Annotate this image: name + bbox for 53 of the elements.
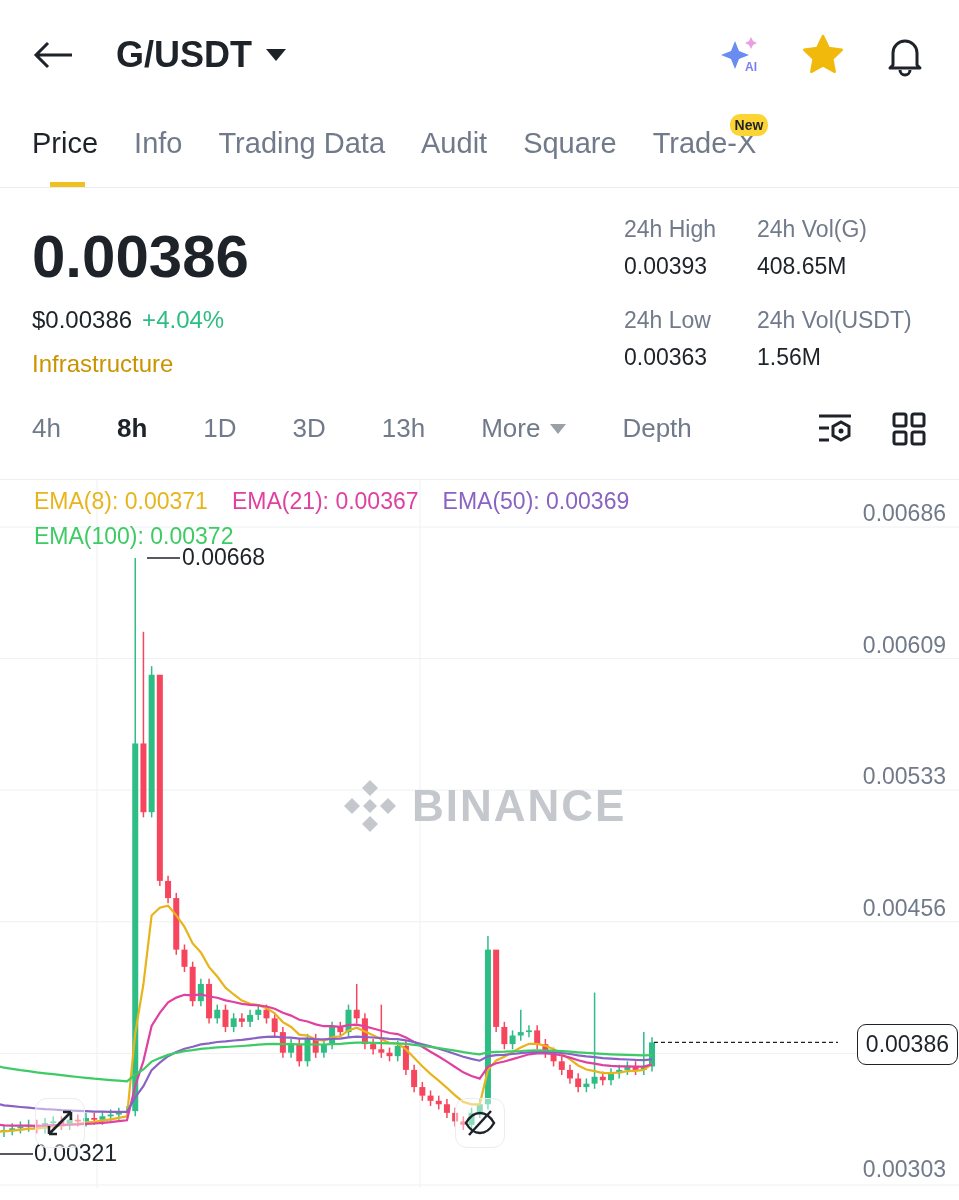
price-axis-label: 0.00533 [862, 763, 946, 789]
interval-tab[interactable]: 4h [32, 413, 61, 444]
tab[interactable]: Square [523, 110, 617, 187]
candle [1, 1124, 7, 1138]
back-arrow-icon[interactable] [32, 40, 74, 70]
ema-legend: EMA(50): 0.00369 [442, 488, 630, 515]
price-axis-label: 0.00609 [862, 631, 946, 658]
candle [567, 1064, 573, 1085]
category-label[interactable]: Infrastructure [32, 350, 624, 378]
interval-tab[interactable]: Depth [622, 413, 692, 444]
stat-value: 408.65M [757, 253, 848, 280]
watermark-text: BINANCE [412, 781, 627, 831]
interval-tab[interactable]: 3D [292, 413, 326, 444]
usd-price: $0.00386 [32, 306, 133, 334]
candle [649, 1036, 655, 1073]
stat-label: 24h Vol(G) [757, 216, 868, 243]
ema-legend: EMA(21): 0.00367 [231, 488, 419, 515]
leader-line [146, 557, 181, 559]
stat-label: 24h Low [624, 307, 712, 334]
eye-slash-icon [463, 1109, 497, 1137]
ai-label: AI [745, 60, 757, 74]
price-axis-label: 0.00456 [862, 894, 946, 921]
stat-value: 0.00363 [624, 344, 709, 371]
caret-icon [550, 423, 567, 434]
interval-tab[interactable]: 1D [203, 413, 237, 444]
pair-selector[interactable]: G/USDT [116, 34, 286, 76]
ema-legend: EMA(8): 0.00371 [34, 488, 208, 515]
low-price-label: 0.00321 [34, 1140, 118, 1168]
interval-tab[interactable]: 13h [381, 413, 426, 444]
high-price-label: 0.00668 [182, 543, 266, 571]
interval-tab[interactable]: 8h [116, 413, 148, 444]
caret-icon [266, 49, 286, 61]
tab[interactable]: Trading Data [218, 110, 386, 187]
candle [608, 1067, 614, 1087]
new-badge: New [729, 114, 769, 136]
current-price-tag: 0.00386 [856, 1024, 958, 1065]
tab[interactable]: Info [134, 110, 183, 187]
grid-layout-icon[interactable] [891, 410, 927, 447]
more-dropdown[interactable]: More [481, 413, 567, 444]
tab[interactable]: Audit [421, 110, 488, 187]
tab[interactable]: Price [32, 110, 99, 187]
last-price: 0.00386 [32, 222, 250, 292]
stat-label: 24h Vol(USDT) [757, 307, 913, 334]
price-axis-label: 0.00303 [862, 1156, 946, 1182]
hide-eye-button[interactable] [455, 1098, 505, 1148]
expand-icon [45, 1108, 75, 1138]
stat-label: 24h High [624, 216, 718, 243]
candle [42, 1117, 48, 1135]
price-change: +4.04% [142, 306, 225, 334]
price-axis-label: 0.00686 [862, 500, 946, 526]
stat-value: 1.56M [757, 344, 822, 371]
leader-line [0, 1153, 34, 1155]
stat-value: 0.00393 [624, 253, 709, 280]
